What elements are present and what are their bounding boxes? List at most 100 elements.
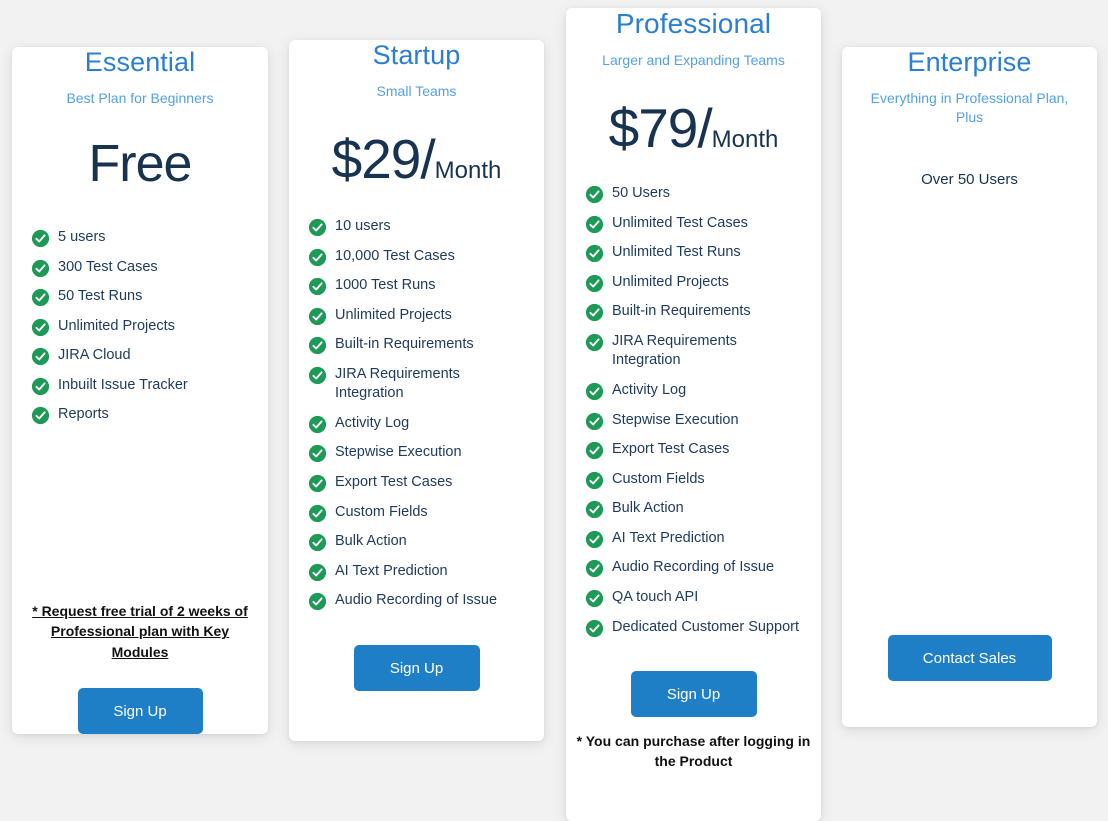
feature-item: Audio Recording of Issue <box>309 591 526 611</box>
check-circle-icon <box>309 278 326 296</box>
feature-label: Audio Recording of Issue <box>612 559 775 576</box>
feature-label: 1000 Test Runs <box>335 277 436 294</box>
pricing-plans-container: Essential Best Plan for Beginners Free 5… <box>0 0 1108 821</box>
sign-up-button[interactable]: Sign Up <box>630 671 757 718</box>
feature-label: Audio Recording of Issue <box>335 592 498 609</box>
plan-name: Startup <box>372 40 461 70</box>
feature-item: Built-in Requirements <box>309 335 526 355</box>
feature-label: 50 Test Runs <box>58 288 143 305</box>
check-circle-icon <box>32 229 49 247</box>
check-circle-icon <box>309 534 326 552</box>
check-circle-icon <box>309 337 326 355</box>
feature-label: 10 users <box>335 217 391 234</box>
plan-name: Essential <box>84 47 196 77</box>
feature-label: JIRA Cloud <box>58 347 131 364</box>
feature-item: 1000 Test Runs <box>309 276 526 296</box>
plan-price: $79/Month <box>609 96 779 160</box>
feature-item: 10 users <box>309 217 526 237</box>
check-circle-icon <box>586 186 603 204</box>
check-circle-icon <box>586 589 603 607</box>
feature-item: Export Test Cases <box>309 473 526 493</box>
feature-label: Reports <box>58 406 109 423</box>
check-circle-icon <box>586 501 603 519</box>
feature-item: Stepwise Execution <box>586 411 803 431</box>
plan-tagline: Small Teams <box>376 83 457 100</box>
check-circle-icon <box>586 412 603 430</box>
feature-label: Dedicated Customer Support <box>612 618 799 635</box>
feature-item: Dedicated Customer Support <box>586 618 803 638</box>
feature-label: AI Text Prediction <box>612 529 725 546</box>
feature-item: Unlimited Test Runs <box>586 243 803 263</box>
check-circle-icon <box>586 304 603 322</box>
price-amount: $29/ <box>331 127 436 190</box>
feature-item: 5 users <box>32 228 250 248</box>
feature-label: Stepwise Execution <box>335 444 462 461</box>
feature-label: Custom Fields <box>335 503 428 520</box>
check-circle-icon <box>309 248 326 266</box>
contact-sales-button[interactable]: Contact Sales <box>887 635 1052 681</box>
feature-label: Stepwise Execution <box>612 411 739 428</box>
feature-label: JIRA Requirements Integration <box>335 365 460 402</box>
plan-price: $29/Month <box>332 127 502 191</box>
feature-item: Bulk Action <box>586 499 803 519</box>
feature-list: 5 users 300 Test Cases 50 Test Runs Unli… <box>12 228 268 435</box>
feature-item: Stepwise Execution <box>309 443 526 463</box>
price-amount: $79/ <box>608 97 713 160</box>
price-period: Month <box>711 126 779 154</box>
feature-list: 10 users 10,000 Test Cases 1000 Test Run… <box>289 217 544 621</box>
feature-label: Custom Fields <box>612 470 705 487</box>
check-circle-icon <box>586 442 603 460</box>
feature-label: Activity Log <box>612 382 687 399</box>
check-circle-icon <box>586 619 603 637</box>
check-circle-icon <box>309 504 326 522</box>
feature-label: Activity Log <box>335 414 410 431</box>
check-circle-icon <box>32 289 49 307</box>
feature-item: Unlimited Projects <box>309 306 526 326</box>
plan-card-startup[interactable]: Startup Small Teams $29/Month 10 users 1… <box>289 40 544 741</box>
feature-list: 50 Users Unlimited Test Cases Unlimited … <box>566 184 821 647</box>
feature-label: Unlimited Projects <box>612 273 729 290</box>
feature-label: Unlimited Test Runs <box>612 244 741 261</box>
feature-label: Unlimited Projects <box>58 317 175 334</box>
sign-up-button[interactable]: Sign Up <box>77 688 203 734</box>
feature-label: Bulk Action <box>612 500 684 517</box>
check-circle-icon <box>309 307 326 325</box>
plan-card-enterprise[interactable]: Enterprise Everything in Professional Pl… <box>842 47 1097 727</box>
feature-item: Audio Recording of Issue <box>586 558 803 578</box>
plain-feature-item: Over 50 Users <box>921 170 1018 188</box>
check-circle-icon <box>586 274 603 292</box>
check-circle-icon <box>32 407 49 425</box>
feature-label: Inbuilt Issue Tracker <box>58 376 188 393</box>
feature-item: QA touch API <box>586 588 803 608</box>
check-circle-icon <box>586 383 603 401</box>
feature-label: Built-in Requirements <box>335 336 474 353</box>
feature-item: AI Text Prediction <box>309 562 526 582</box>
feature-item: Activity Log <box>586 381 803 401</box>
feature-item: Unlimited Projects <box>586 273 803 293</box>
check-circle-icon <box>32 348 49 366</box>
feature-item: Bulk Action <box>309 532 526 552</box>
feature-label: 50 Users <box>612 185 671 202</box>
feature-label: 10,000 Test Cases <box>335 247 455 264</box>
free-trial-note[interactable]: * Request free trial of 2 weeks of Profe… <box>12 601 268 662</box>
check-circle-icon <box>309 366 326 384</box>
feature-item: Activity Log <box>309 414 526 434</box>
feature-item: Reports <box>32 405 250 425</box>
feature-label: Export Test Cases <box>612 441 730 458</box>
plan-card-professional[interactable]: Professional Larger and Expanding Teams … <box>566 8 821 821</box>
check-circle-icon <box>309 445 326 463</box>
feature-label: Built-in Requirements <box>612 303 751 320</box>
check-circle-icon <box>309 593 326 611</box>
feature-label: Unlimited Projects <box>335 306 452 323</box>
feature-label: 5 users <box>58 228 106 245</box>
feature-item: Export Test Cases <box>586 440 803 460</box>
feature-item: 50 Test Runs <box>32 287 250 307</box>
feature-item: JIRA Requirements Integration <box>309 365 526 404</box>
sign-up-button[interactable]: Sign Up <box>353 645 480 691</box>
feature-item: Custom Fields <box>309 503 526 523</box>
check-circle-icon <box>309 218 326 236</box>
feature-label: QA touch API <box>612 588 699 605</box>
check-circle-icon <box>309 415 326 433</box>
plan-card-essential[interactable]: Essential Best Plan for Beginners Free 5… <box>12 47 268 734</box>
feature-label: JIRA Requirements Integration <box>612 332 737 369</box>
